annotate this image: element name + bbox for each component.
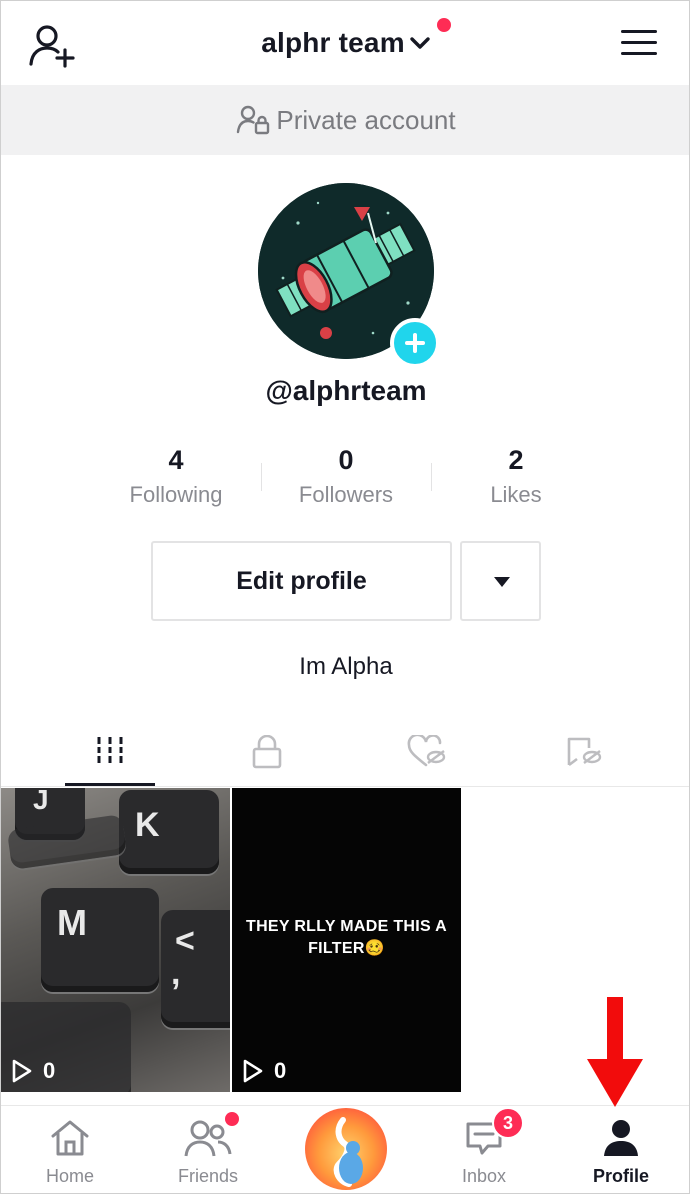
stat-label: Following [129,482,223,507]
friends-icon [184,1120,232,1157]
active-tab-indicator [65,783,155,786]
add-avatar-button[interactable] [390,318,440,368]
play-icon [243,1059,263,1083]
video-caption-overlay: THEY RLLY MADE THIS A FILTER🥴 [246,918,447,957]
friends-notification-dot [225,1112,239,1126]
view-count-value: 0 [274,1058,287,1083]
private-account-label: Private account [276,105,456,135]
create-avatar-art [333,1117,363,1187]
stat-label: Followers [298,482,394,507]
notification-dot [437,18,451,32]
account-name: alphr team [261,27,405,58]
nav-home[interactable]: Home [10,1106,130,1193]
nav-label: Inbox [461,1166,507,1186]
view-count: 0 [11,1058,55,1084]
nav-label: Home [45,1166,94,1186]
username: @alphrteam [265,375,427,406]
more-options-dropdown-button[interactable] [460,541,541,621]
tab-private[interactable] [222,721,312,787]
nav-label: Friends [177,1166,239,1186]
edit-profile-button[interactable]: Edit profile [151,541,452,621]
stat-label: Likes [490,482,542,507]
chevron-down-icon [409,35,431,51]
private-account-banner: Private account [1,85,689,155]
videos-grid-icon [97,737,123,763]
liked-hidden-icon [407,735,446,767]
stat-followers[interactable]: 0 Followers [261,445,431,515]
stat-value: 0 [338,445,354,475]
content-tabs [1,721,689,787]
keyboard-key: <, [161,910,230,1028]
create-button[interactable] [305,1108,387,1190]
private-account-icon [237,105,270,134]
home-icon [51,1120,89,1156]
stat-value: 2 [508,445,524,475]
profile-stats: 4 Following 0 Followers 2 Likes [91,445,601,515]
view-count: 0 [242,1058,286,1084]
nav-profile[interactable]: Profile [561,1106,681,1193]
stat-following[interactable]: 4 Following [91,445,261,515]
lock-icon [252,735,282,769]
keyboard-key: K [119,790,219,874]
play-icon [12,1059,32,1083]
red-annotation-arrow [587,997,643,1107]
profile-screen: alphr team Private account @alphrteam 4 … [0,0,690,1194]
stat-value: 4 [168,445,184,475]
menu-icon[interactable] [621,30,657,60]
profile-icon [604,1120,638,1156]
inbox-badge: 3 [492,1107,524,1139]
nav-friends[interactable]: Friends [148,1106,268,1193]
video-thumbnail[interactable]: J K M <, 0 [1,788,230,1092]
view-count-value: 0 [43,1058,56,1083]
video-thumbnail[interactable]: THEY RLLY MADE THIS A FILTER🥴 0 [232,788,461,1092]
nav-inbox[interactable]: Inbox [424,1106,544,1193]
tab-videos[interactable] [65,721,155,787]
account-switcher[interactable]: alphr team [1,27,689,59]
tab-liked[interactable] [381,721,471,787]
nav-label: Profile [592,1166,649,1186]
top-bar: alphr team [1,1,689,85]
saved-hidden-icon [567,737,602,767]
bio: Im Alpha [299,653,393,680]
stat-likes[interactable]: 2 Likes [431,445,601,515]
keyboard-key: M [41,888,159,992]
tab-saved[interactable] [538,721,628,787]
